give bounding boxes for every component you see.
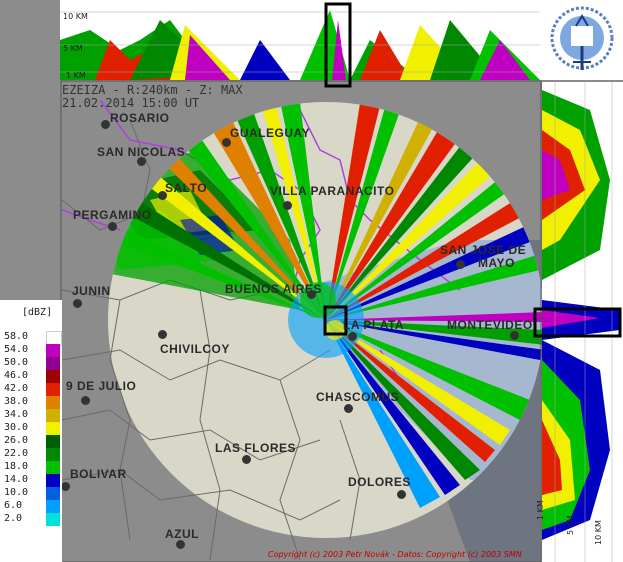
radar-title: EZEIZA - R:240km - Z: MAX: [62, 83, 243, 97]
legend-row: 50.0: [0, 357, 62, 370]
city-label-mayo: MAYO: [478, 256, 515, 270]
city-label-azul: AZUL: [165, 527, 199, 541]
smn-logo: [541, 0, 623, 80]
city-label-san-jose-de: SAN JOSE DE: [440, 243, 527, 257]
legend-swatch: [46, 409, 60, 422]
top-km-label-5: 5 KM: [63, 44, 83, 53]
top-km-label-1: 1 KM: [66, 71, 86, 80]
city-label-salto: SALTO: [165, 181, 208, 195]
city-label-dolores: DOLORES: [348, 475, 411, 489]
legend-swatch: [46, 474, 60, 487]
city-marker-villa-paranacito: [283, 201, 292, 210]
legend-value: 18.0: [4, 461, 29, 472]
legend-swatch: [46, 383, 60, 396]
city-label-chivilcoy: CHIVILCOY: [160, 342, 230, 356]
legend-row: 6.0: [0, 500, 62, 513]
legend-value: 58.0: [4, 331, 29, 342]
legend-value: 54.0: [4, 344, 29, 355]
legend-row: 22.0: [0, 448, 62, 461]
city-label-chascomus: CHASCOMUS: [316, 390, 400, 404]
city-marker-9-de-julio: [81, 396, 90, 405]
city-marker-chascomus: [344, 404, 353, 413]
dbz-legend: [dBZ] 58.0 54.0 50.0 46.0 42.0 38.0 34.0 30.0 26…: [0, 300, 62, 562]
right-km-label-10: 10 KM: [594, 520, 603, 545]
legend-row: 18.0: [0, 461, 62, 474]
city-marker-la-plata: [348, 332, 357, 341]
legend-value: 14.0: [4, 474, 29, 485]
legend-swatch: [46, 461, 60, 474]
city-label-villa-paranacito: VILLA PARANACITO: [270, 184, 395, 198]
legend-swatch: [46, 396, 60, 409]
legend-unit: [dBZ]: [22, 307, 53, 318]
city-marker-salto: [158, 191, 167, 200]
legend-swatch: [46, 422, 60, 435]
legend-value: 46.0: [4, 370, 29, 381]
legend-value: 6.0: [4, 500, 23, 511]
city-marker-montevideo: [510, 331, 519, 340]
legend-swatch: [46, 448, 60, 461]
top-cross-section: [60, 0, 541, 88]
legend-row: 30.0: [0, 422, 62, 435]
city-label-pergamino: PERGAMINO: [73, 208, 152, 222]
top-km-label-10: 10 KM: [63, 12, 88, 21]
city-marker-pergamino: [108, 222, 117, 231]
legend-value: 30.0: [4, 422, 29, 433]
city-label-bolivar: BOLIVAR: [70, 467, 127, 481]
legend-value: 22.0: [4, 448, 29, 459]
city-marker-dolores: [397, 490, 406, 499]
copyright-text: Copyright (c) 2003 Petr Novák - Datos: C…: [268, 550, 522, 559]
city-marker-las-flores: [242, 455, 251, 464]
legend-swatch: [46, 435, 60, 448]
legend-swatch: [46, 357, 60, 370]
city-marker-gualeguay: [222, 138, 231, 147]
city-label-9-de-julio: 9 DE JULIO: [66, 379, 137, 393]
city-marker-azul: [176, 540, 185, 549]
legend-swatch: [46, 513, 60, 526]
legend-row: 42.0: [0, 383, 62, 396]
legend-swatch: [46, 370, 60, 383]
legend-row: 2.0: [0, 513, 62, 526]
city-label-rosario: ROSARIO: [110, 111, 170, 125]
city-label-montevideo: MONTEVIDEO: [447, 318, 533, 332]
legend-value: 34.0: [4, 409, 29, 420]
city-label-la-plata: LA PLATA: [343, 318, 405, 332]
right-cross-section: [533, 82, 623, 562]
legend-value: 26.0: [4, 435, 29, 446]
legend-row: 54.0: [0, 344, 62, 357]
legend-swatch: [46, 344, 60, 357]
legend-row: 58.0: [0, 331, 62, 346]
city-marker-chivilcoy: [158, 330, 167, 339]
city-marker-san-jose-de-mayo: [456, 260, 465, 269]
city-label-junin: JUNIN: [72, 284, 111, 298]
legend-row: 10.0: [0, 487, 62, 500]
legend-value: 42.0: [4, 383, 29, 394]
legend-row: 26.0: [0, 435, 62, 448]
city-label-gualeguay: GUALEGUAY: [230, 126, 311, 140]
legend-value: 50.0: [4, 357, 29, 368]
city-marker-bolivar: [61, 482, 70, 491]
legend-value: 2.0: [4, 513, 23, 524]
right-km-label-5: 5 KM: [566, 515, 575, 535]
legend-row: 46.0: [0, 370, 62, 383]
timestamp: 21.02.2014 15:00 UT: [62, 96, 200, 110]
legend-row: 14.0: [0, 474, 62, 487]
right-km-label-1: 1 KM: [536, 500, 545, 520]
city-label-las-flores: LAS FLORES: [215, 441, 297, 455]
legend-swatch: [46, 500, 60, 513]
legend-value: 10.0: [4, 487, 29, 498]
city-marker-rosario: [101, 120, 110, 129]
legend-row: 38.0: [0, 396, 62, 409]
city-marker-buenos-aires: [307, 290, 316, 299]
legend-row: 34.0: [0, 409, 62, 422]
city-marker-san-nicolas: [137, 157, 146, 166]
legend-swatch: [46, 487, 60, 500]
smn-emblem-icon: [550, 6, 614, 70]
city-marker-junin: [73, 299, 82, 308]
legend-value: 38.0: [4, 396, 29, 407]
